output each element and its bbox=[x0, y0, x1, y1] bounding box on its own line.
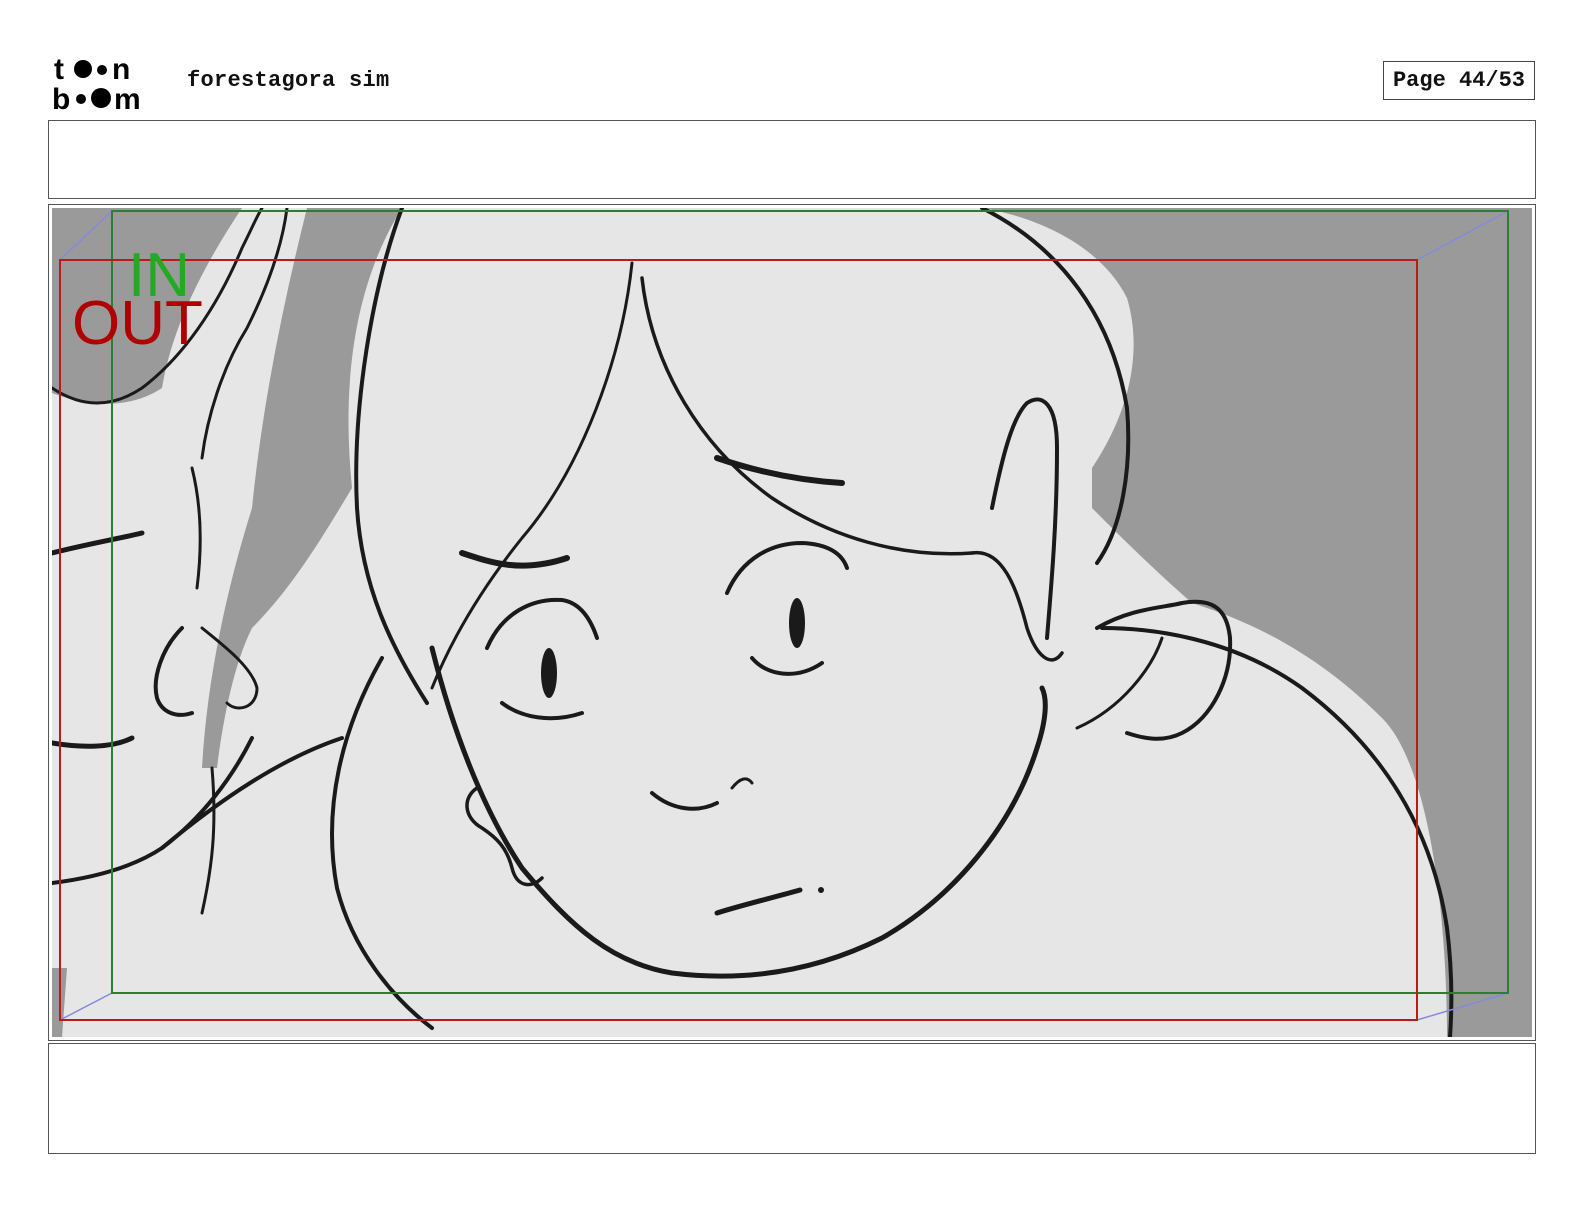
project-title: forestagora sim bbox=[187, 68, 390, 93]
svg-text:m: m bbox=[114, 83, 141, 112]
page-number: Page 44/53 bbox=[1383, 61, 1535, 100]
action-notes-panel bbox=[48, 120, 1536, 199]
dialogue-notes-panel bbox=[48, 1043, 1536, 1154]
svg-text:b: b bbox=[52, 83, 70, 112]
svg-text:t: t bbox=[54, 53, 64, 86]
toon-boom-logo: t n b m bbox=[52, 53, 141, 112]
out-label: OUT bbox=[72, 289, 203, 358]
svg-text:n: n bbox=[112, 53, 130, 86]
storyboard-drawing: IN OUT bbox=[52, 208, 1532, 1037]
